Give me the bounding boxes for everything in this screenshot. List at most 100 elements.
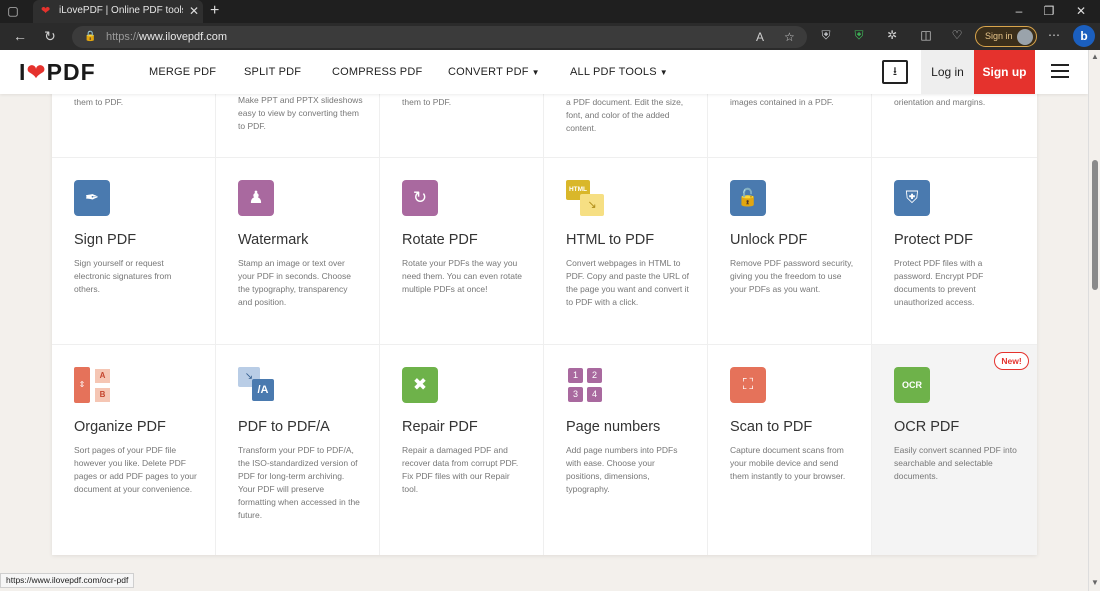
tool-description: Make PPT and PPTX slideshows easy to vie… — [238, 95, 363, 131]
favorite-star-icon[interactable]: ☆ — [784, 30, 795, 44]
tool-title: OCR PDF — [894, 419, 960, 435]
url-text: https://www.ilovepdf.com — [106, 31, 228, 43]
stamp-icon: ♟ — [238, 180, 274, 216]
scroll-up-icon[interactable]: ▲ — [1091, 52, 1099, 61]
status-bar-url: https://www.ilovepdf.com/ocr-pdf — [0, 573, 135, 588]
more-options-icon[interactable]: ⋯ — [1046, 28, 1062, 42]
pdfa-badge: /A — [252, 379, 274, 401]
copilot-icon[interactable]: b — [1073, 25, 1095, 47]
split-screen-icon[interactable]: ◫ — [918, 28, 934, 42]
nav-compress-pdf[interactable]: COMPRESS PDF — [332, 66, 422, 78]
tool-card-page-numbers[interactable]: 1 2 3 4 Page numbers Add page numbers in… — [544, 345, 708, 555]
extension-shield-green-icon[interactable]: ⛨ — [851, 28, 867, 42]
tool-description: orientation and margins. — [894, 97, 986, 107]
tool-card-html-to-pdf[interactable]: HTML ↘ HTML to PDF Convert webpages in H… — [544, 158, 708, 345]
scan-icon: ⛶ — [730, 367, 766, 403]
tool-card-rotate-pdf[interactable]: ↻ Rotate PDF Rotate your PDFs the way yo… — [380, 158, 544, 345]
nav-merge-pdf[interactable]: MERGE PDF — [149, 66, 216, 78]
page-number-1: 1 — [568, 368, 583, 383]
tool-description: a PDF document. Edit the size, font, and… — [566, 97, 684, 133]
site-header: I❤PDF MERGE PDF SPLIT PDF COMPRESS PDF C… — [0, 50, 1088, 94]
rotate-icon: ↻ — [402, 180, 438, 216]
desktop-app-icon[interactable]: ⭳ — [882, 60, 908, 84]
address-bar[interactable]: 🔒 https://www.ilovepdf.com A ☆ — [72, 26, 807, 48]
page-scrollbar[interactable]: ▲ ▼ — [1088, 50, 1100, 591]
browser-tab[interactable]: ❤ iLovePDF | Online PDF tools for PDF Lo… — [33, 0, 203, 23]
menu-icon[interactable] — [1051, 64, 1069, 78]
back-arrow-icon[interactable]: ← — [12, 28, 28, 44]
page-number-2: 2 — [587, 368, 602, 383]
read-aloud-icon[interactable]: A — [756, 30, 764, 44]
tool-card-watermark[interactable]: ♟ Watermark Stamp an image or text over … — [216, 158, 380, 345]
tool-card-unlock-pdf[interactable]: 🔓 Unlock PDF Remove PDF password securit… — [708, 158, 872, 345]
tool-card-repair-pdf[interactable]: ✖ Repair PDF Repair a damaged PDF and re… — [380, 345, 544, 555]
logo-pdf-text: PDF — [46, 59, 96, 85]
page-number-4: 4 — [587, 387, 602, 402]
tab-title: iLovePDF | Online PDF tools for PDF Love… — [59, 5, 183, 16]
tool-card-ocr-pdf[interactable]: New! OCR OCR PDF Easily convert scanned … — [872, 345, 1037, 555]
pdfa-icon: ↘ /A — [238, 367, 276, 403]
page-viewport: them to PDF. Make PPT and PPTX slideshow… — [0, 50, 1088, 591]
tool-title: Watermark — [238, 232, 309, 248]
new-tab-icon[interactable]: + — [210, 2, 219, 20]
tool-card-scan-to-pdf[interactable]: ⛶ Scan to PDF Capture document scans fro… — [708, 345, 872, 555]
signup-button[interactable]: Sign up — [974, 50, 1035, 94]
extension-shield-icon[interactable]: ⛨ — [818, 28, 834, 42]
tab-actions-icon[interactable]: ▢ — [6, 4, 20, 18]
tool-description: them to PDF. — [402, 97, 452, 107]
chevron-down-icon: ▼ — [659, 68, 668, 77]
page-number-3: 3 — [568, 387, 583, 402]
tool-description: them to PDF. — [74, 97, 124, 107]
maximize-icon[interactable]: ❐ — [1042, 4, 1056, 18]
tool-description: images contained in a PDF. — [730, 97, 834, 107]
lock-icon[interactable]: 🔒 — [84, 31, 96, 42]
organize-icon: ⇕ A B — [74, 367, 112, 403]
html-icon: HTML ↘ — [566, 180, 604, 218]
login-button[interactable]: Log in — [921, 50, 974, 94]
tool-title: Organize PDF — [74, 419, 166, 435]
tool-title: PDF to PDF/A — [238, 419, 330, 435]
tool-description: Rotate your PDFs the way you need them. … — [402, 258, 523, 294]
nav-all-pdf-tools[interactable]: ALL PDF TOOLS ▼ — [570, 66, 668, 78]
tool-card-sign-pdf[interactable]: ✒ Sign PDF Sign yourself or request elec… — [52, 158, 216, 345]
extensions-puzzle-icon[interactable]: ✲ — [884, 28, 900, 42]
tool-title: Rotate PDF — [402, 232, 478, 248]
tools-grid: them to PDF. Make PPT and PPTX slideshow… — [52, 50, 1037, 555]
nav-convert-pdf[interactable]: CONVERT PDF ▼ — [448, 66, 540, 78]
wrench-icon: ✖ — [402, 367, 438, 403]
browser-toolbar: ← ↻ 🔒 https://www.ilovepdf.com A ☆ — [0, 23, 1100, 50]
tool-title: HTML to PDF — [566, 232, 655, 248]
new-badge: New! — [994, 352, 1029, 370]
tool-description: Sort pages of your PDF file however you … — [74, 445, 197, 494]
tool-title: Repair PDF — [402, 419, 478, 435]
window-close-icon[interactable]: ✕ — [1074, 4, 1088, 18]
scroll-down-icon[interactable]: ▼ — [1091, 578, 1099, 587]
tool-description: Remove PDF password security, giving you… — [730, 258, 854, 294]
tool-description: Sign yourself or request electronic sign… — [74, 258, 172, 294]
organize-page-a: A — [95, 369, 110, 383]
refresh-icon[interactable]: ↻ — [42, 28, 58, 44]
tool-title: Protect PDF — [894, 232, 973, 248]
tool-description: Repair a damaged PDF and recover data fr… — [402, 445, 519, 494]
nav-split-pdf[interactable]: SPLIT PDF — [244, 66, 301, 78]
unlock-icon: 🔓 — [730, 180, 766, 216]
browser-essentials-icon[interactable]: ♡ — [949, 28, 965, 42]
tool-card-pdf-to-pdfa[interactable]: ↘ /A PDF to PDF/A Transform your PDF to … — [216, 345, 380, 555]
profile-sign-in-button[interactable]: Sign in — [975, 26, 1037, 47]
shield-icon: ⛨ — [894, 180, 930, 216]
organize-page-b: B — [95, 388, 110, 402]
avatar — [1017, 29, 1033, 45]
chevron-down-icon: ▼ — [531, 68, 540, 77]
sign-in-label: Sign in — [985, 31, 1013, 41]
minimize-icon[interactable]: – — [1012, 4, 1026, 18]
page-numbers-icon: 1 2 3 4 — [566, 367, 604, 403]
tool-card-protect-pdf[interactable]: ⛨ Protect PDF Protect PDF files with a p… — [872, 158, 1037, 345]
logo-heart-icon: ❤ — [26, 59, 47, 85]
ilovepdf-logo[interactable]: I❤PDF — [19, 59, 96, 86]
scrollbar-thumb[interactable] — [1092, 160, 1098, 290]
tool-description: Transform your PDF to PDF/A, the ISO-sta… — [238, 445, 360, 520]
tool-description: Add page numbers into PDFs with ease. Ch… — [566, 445, 678, 494]
tool-title: Scan to PDF — [730, 419, 813, 435]
tool-card-organize-pdf[interactable]: ⇕ A B Organize PDF Sort pages of your PD… — [52, 345, 216, 555]
tab-close-icon[interactable]: ✕ — [189, 4, 199, 18]
